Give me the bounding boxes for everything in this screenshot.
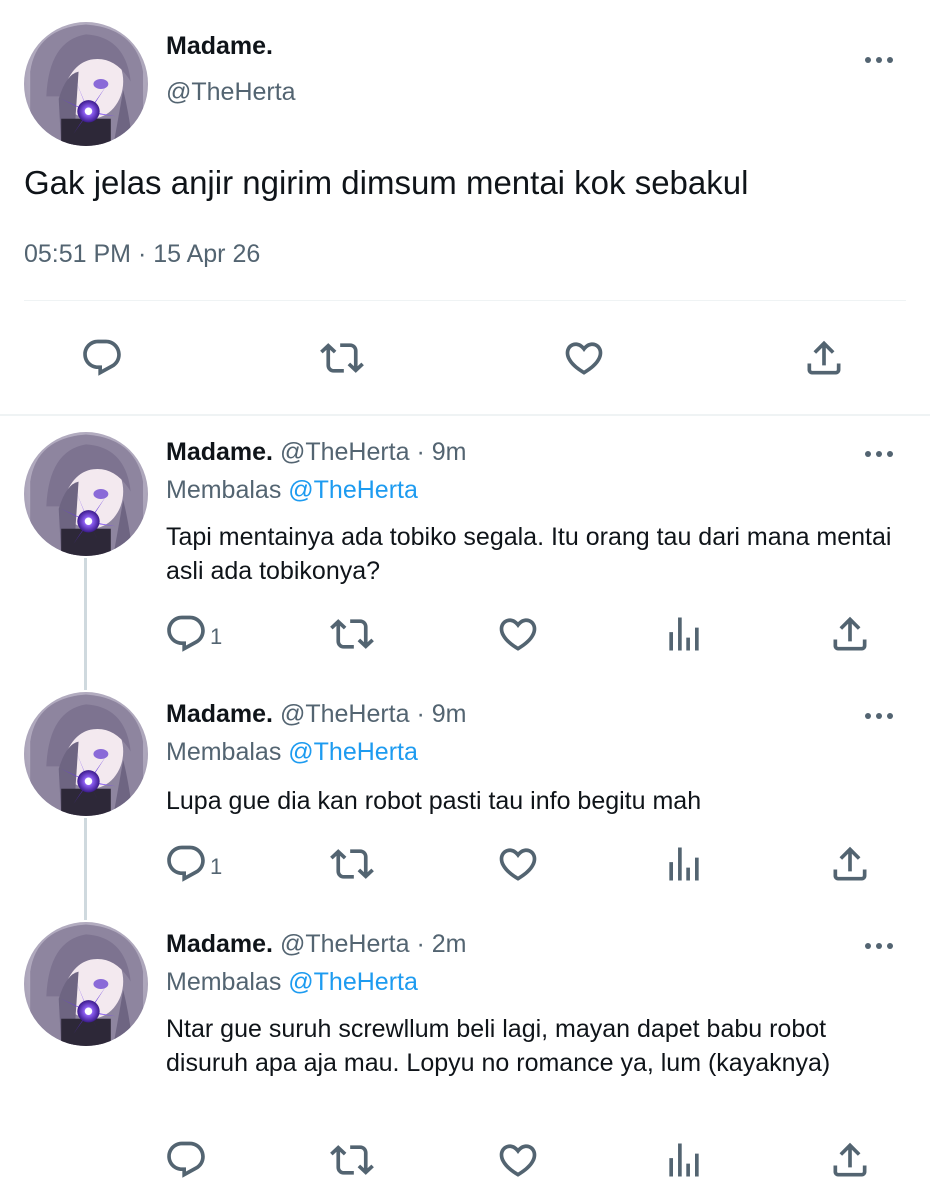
- reply-icon[interactable]: [164, 1138, 208, 1182]
- tweet-text: Tapi mentainya ada tobiko segala. Itu or…: [166, 523, 892, 585]
- replying-prefix: Membalas: [166, 476, 282, 504]
- reply-count: 1: [210, 854, 223, 879]
- tweet-text: Lupa gue dia kan robot pasti tau info be…: [166, 787, 702, 815]
- avatar[interactable]: [24, 922, 148, 1046]
- more-icon[interactable]: [862, 710, 898, 722]
- reply-count: 1: [210, 624, 223, 649]
- tweet-header: Madame. @TheHerta · 9m: [166, 700, 467, 729]
- replying-handle[interactable]: @TheHerta: [288, 476, 418, 504]
- tweet-time[interactable]: 9m: [432, 700, 467, 728]
- avatar[interactable]: [24, 692, 148, 816]
- tweet-timestamp[interactable]: 05:51 PM · 15 Apr 26: [24, 240, 260, 269]
- analytics-icon[interactable]: [662, 612, 706, 656]
- like-icon[interactable]: [496, 842, 540, 886]
- retweet-icon[interactable]: [330, 612, 374, 656]
- handle[interactable]: @TheHerta: [280, 930, 410, 958]
- reply-icon[interactable]: [80, 336, 124, 380]
- retweet-icon[interactable]: [330, 1138, 374, 1182]
- reply-icon[interactable]: [164, 842, 208, 886]
- tweet-time[interactable]: 9m: [432, 438, 467, 466]
- tweet-header: Madame. @TheHerta · 9m: [166, 438, 467, 467]
- share-icon[interactable]: [828, 842, 872, 886]
- handle[interactable]: @TheHerta: [280, 700, 410, 728]
- avatar[interactable]: [24, 432, 148, 556]
- separator: ·: [416, 930, 425, 958]
- separator: ·: [416, 438, 425, 466]
- like-icon[interactable]: [562, 336, 606, 380]
- more-icon[interactable]: [862, 448, 898, 460]
- replying-to: Membalas @TheHerta: [166, 968, 418, 997]
- share-icon[interactable]: [828, 1138, 872, 1182]
- replying-prefix: Membalas: [166, 968, 282, 996]
- tweet-text: Gak jelas anjir ngirim dimsum mentai kok…: [24, 164, 749, 201]
- avatar[interactable]: [24, 22, 148, 146]
- reply-icon[interactable]: [164, 612, 208, 656]
- thread-line: [84, 818, 87, 920]
- display-name[interactable]: Madame.: [166, 700, 273, 728]
- handle[interactable]: @TheHerta: [166, 78, 296, 107]
- like-icon[interactable]: [496, 1138, 540, 1182]
- replying-to: Membalas @TheHerta: [166, 476, 418, 505]
- separator: ·: [416, 700, 425, 728]
- divider: [0, 414, 930, 416]
- thread-line: [84, 558, 87, 690]
- tweet-text: Ntar gue suruh screwllum beli lagi, maya…: [166, 1015, 831, 1077]
- display-name[interactable]: Madame.: [166, 930, 273, 958]
- retweet-icon[interactable]: [320, 336, 364, 380]
- share-icon[interactable]: [828, 612, 872, 656]
- replying-to: Membalas @TheHerta: [166, 738, 418, 767]
- replying-handle[interactable]: @TheHerta: [288, 968, 418, 996]
- handle[interactable]: @TheHerta: [280, 438, 410, 466]
- tweet-header: Madame. @TheHerta · 2m: [166, 930, 467, 959]
- analytics-icon[interactable]: [662, 1138, 706, 1182]
- display-name[interactable]: Madame.: [166, 438, 273, 466]
- analytics-icon[interactable]: [662, 842, 706, 886]
- share-icon[interactable]: [802, 336, 846, 380]
- replying-handle[interactable]: @TheHerta: [288, 738, 418, 766]
- more-icon[interactable]: [862, 54, 898, 66]
- display-name[interactable]: Madame.: [166, 32, 273, 61]
- more-icon[interactable]: [862, 940, 898, 952]
- divider: [24, 300, 906, 301]
- replying-prefix: Membalas: [166, 738, 282, 766]
- tweet-time[interactable]: 2m: [432, 930, 467, 958]
- retweet-icon[interactable]: [330, 842, 374, 886]
- like-icon[interactable]: [496, 612, 540, 656]
